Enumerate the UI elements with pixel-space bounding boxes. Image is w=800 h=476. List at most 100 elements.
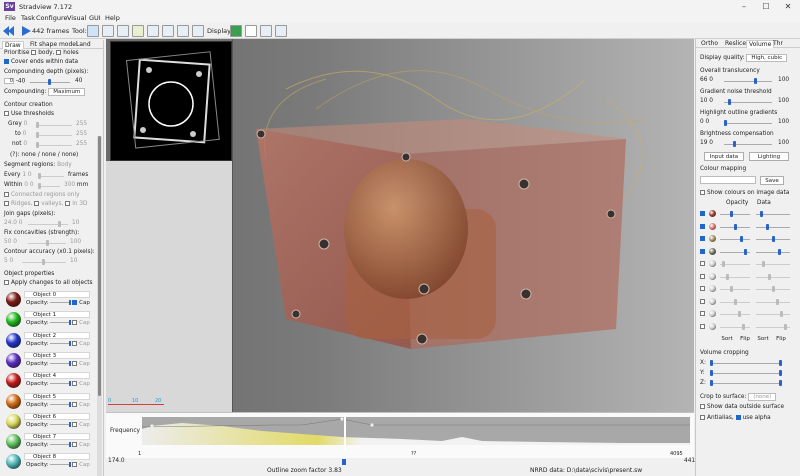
object-opacity-slider[interactable] [50,401,72,407]
layout-display-icon[interactable] [260,25,272,37]
highlight-value[interactable]: 0 [700,119,704,125]
save-button[interactable]: Save [760,176,784,185]
minimize-icon[interactable]: – [737,2,751,11]
object-colour-swatch[interactable] [6,332,21,348]
flip-data-button[interactable]: Flip [774,335,788,344]
colour-map-row[interactable] [700,234,796,244]
sort-data-button[interactable]: Sort [756,335,770,344]
select-tool-icon[interactable] [102,25,114,37]
grey-slider[interactable] [36,122,72,128]
gradient-noise-value[interactable]: 10 [700,98,707,104]
cap-checkbox[interactable] [72,360,78,366]
colour-swatch[interactable] [709,285,716,292]
colour-data-slider[interactable] [756,236,790,242]
brightness-slider[interactable] [724,141,772,147]
slice-thumbnail[interactable] [110,41,232,161]
not-slider[interactable] [36,142,72,148]
colour-opacity-slider[interactable] [720,223,750,230]
cap-checkbox[interactable] [72,381,78,387]
colour-row-checkbox[interactable] [700,323,705,329]
object-colour-swatch[interactable] [6,352,21,368]
fix-value[interactable]: 50 [4,239,11,245]
colour-data-slider[interactable] [756,261,790,267]
object-name[interactable]: Object 0 [24,291,90,298]
colour-map-row[interactable] [700,309,796,319]
fix-slider[interactable] [28,240,66,246]
help-tool-icon[interactable] [147,25,159,37]
apply-all-checkbox[interactable] [4,280,9,285]
tab-reslice[interactable]: Reslice [723,40,748,47]
crop-x-slider[interactable] [710,360,782,366]
every-slider[interactable] [38,173,64,179]
maximize-icon[interactable]: ☐ [759,2,773,11]
ridges-checkbox[interactable] [4,201,9,206]
object-row[interactable]: Object 3 Opacity: Cap [4,351,96,371]
colour-row-checkbox[interactable] [700,286,705,291]
compounding-select[interactable]: Maximum [48,88,86,96]
colour-data-slider[interactable] [756,286,790,292]
tab-draw[interactable]: Draw [2,41,24,49]
gradient-noise-slider[interactable] [724,99,772,105]
object-colour-swatch[interactable] [6,413,21,429]
menu-task[interactable]: Task [21,14,35,22]
flip-opacity-button[interactable]: Flip [738,335,752,344]
colour-opacity-slider[interactable] [720,273,750,280]
object-colour-swatch[interactable] [6,312,21,328]
object-colour-swatch[interactable] [6,454,21,470]
within-slider[interactable] [38,183,60,189]
object-opacity-slider[interactable] [50,340,72,346]
colour-map-row[interactable] [700,247,796,257]
refresh-display-icon[interactable] [230,25,242,37]
colour-data-slider[interactable] [756,223,790,230]
antialias-checkbox[interactable] [700,415,705,420]
colour-swatch[interactable] [709,310,716,317]
colour-row-checkbox[interactable] [700,261,705,266]
menu-help[interactable]: Help [105,14,120,22]
object-opacity-slider[interactable] [50,360,72,366]
measure-tool-icon[interactable] [192,25,204,37]
colour-row-checkbox[interactable] [700,248,705,254]
colour-map-row[interactable] [700,259,796,269]
colour-opacity-slider[interactable] [720,323,750,330]
colour-opacity-slider[interactable] [720,311,750,317]
cap-checkbox[interactable] [72,340,78,346]
object-opacity-slider[interactable] [50,442,72,448]
not-value[interactable]: 0 [23,141,27,147]
lighting-button[interactable]: Lighting [749,152,789,161]
colour-row-checkbox[interactable] [700,211,705,216]
object-row[interactable]: Object 5 Opacity: Cap [4,392,96,412]
holes-checkbox[interactable] [56,50,62,55]
colour-map-row[interactable] [700,297,796,307]
crop-surface-select[interactable]: (none) [748,393,777,401]
to-slider[interactable] [36,132,72,138]
tab-land[interactable]: Land [74,41,93,48]
connected-checkbox[interactable] [4,192,9,197]
object-name[interactable]: Object 3 [24,351,90,359]
object-row[interactable]: Object 2 Opacity: Cap [4,331,96,351]
object-row[interactable]: Object 8 Opacity: Cap [4,452,96,472]
sort-opacity-button[interactable]: Sort [720,335,734,344]
colour-opacity-slider[interactable] [720,248,750,255]
colour-swatch[interactable] [709,235,716,242]
use-alpha-checkbox[interactable] [735,415,741,420]
colour-row-checkbox[interactable] [700,311,705,316]
in3d-checkbox[interactable] [65,201,71,206]
object-opacity-slider[interactable] [50,462,72,468]
histogram-plot[interactable] [141,417,690,445]
object-colour-swatch[interactable] [6,292,21,307]
display-quality-select[interactable]: High, cubic [746,54,788,62]
show-outside-checkbox[interactable] [700,404,705,409]
crop-y-slider[interactable] [710,370,782,376]
depth-value[interactable]: 0 [4,78,14,84]
colour-row-checkbox[interactable] [700,298,705,304]
depth-slider[interactable] [30,79,70,85]
colour-swatch[interactable] [709,222,716,230]
grid-display-icon[interactable] [275,25,287,37]
colour-opacity-slider[interactable] [720,298,750,305]
object-name[interactable]: Object 4 [24,372,90,380]
tab-fit-shape-model[interactable]: Fit shape model [28,41,80,48]
colour-swatch[interactable] [709,272,716,280]
cap-checkbox[interactable] [72,300,78,305]
colour-map-row[interactable] [700,209,796,219]
acc-value[interactable]: 5 [4,258,8,264]
